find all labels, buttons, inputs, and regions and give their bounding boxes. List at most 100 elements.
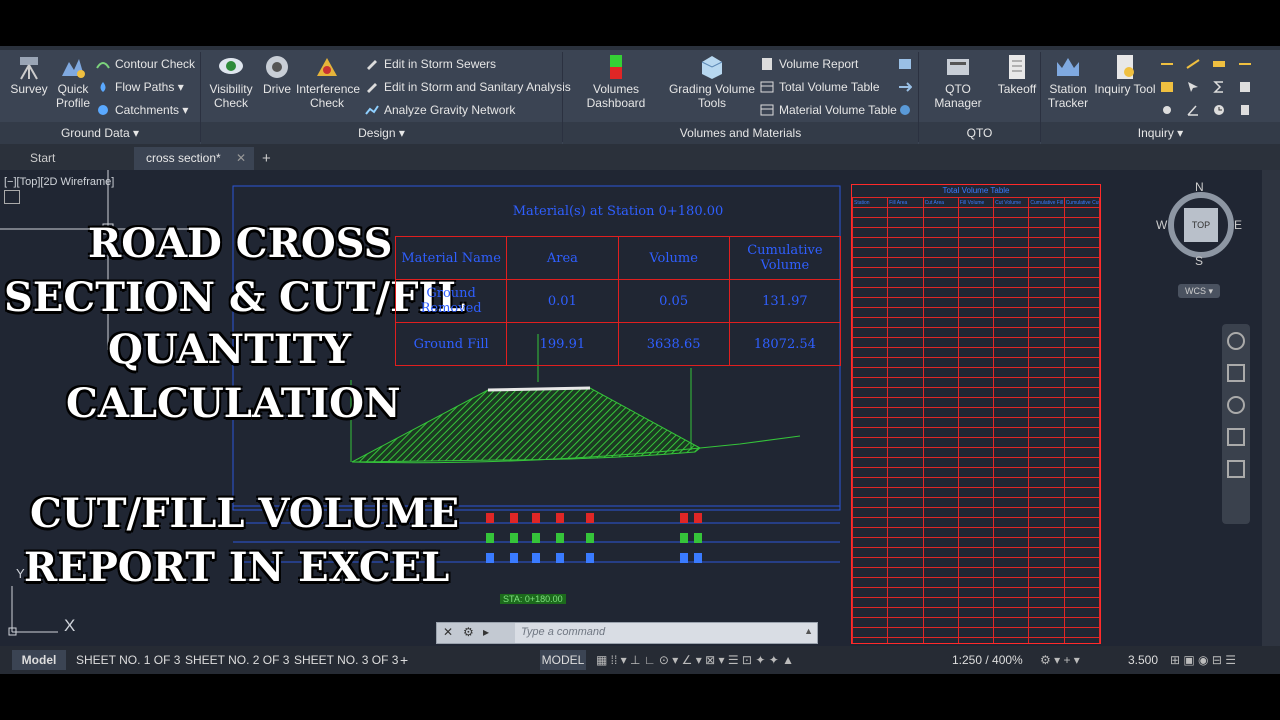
viewcube-top-face[interactable]: TOP: [1184, 208, 1218, 242]
status-value[interactable]: 3.500: [1128, 650, 1158, 670]
volumes-extra-3[interactable]: [898, 101, 917, 119]
station-tracker-button[interactable]: Station Tracker: [1044, 54, 1092, 110]
table-cell: [993, 597, 1030, 608]
qto-manager-button[interactable]: QTO Manager: [922, 54, 994, 110]
compass-south[interactable]: S: [1195, 254, 1203, 268]
clock-icon: [1214, 105, 1224, 115]
showmotion-icon[interactable]: [1227, 460, 1245, 478]
catchments-button[interactable]: Catchments ▾: [96, 101, 188, 119]
table-cell: [993, 567, 1030, 578]
survey-button[interactable]: Survey: [8, 54, 50, 96]
quick-profile-button[interactable]: Quick Profile: [52, 54, 94, 110]
inquiry-mini-2[interactable]: [1186, 55, 1205, 73]
drive-button[interactable]: Drive: [260, 54, 294, 96]
steering-wheel-icon[interactable]: [1227, 332, 1245, 350]
volumes-dashboard-icon: [610, 55, 622, 79]
command-prompt-icon[interactable]: ▸: [483, 625, 489, 639]
table-cell: [1028, 547, 1065, 558]
table-cell: [852, 557, 889, 568]
inquiry-mini-12[interactable]: [1238, 101, 1257, 119]
contour-check-button[interactable]: Contour Check: [96, 55, 195, 73]
status-tools-left[interactable]: ▦ ⁞⁞ ▾ ⊥ ∟ ⊙ ▾ ∠ ▾ ⊠ ▾ ☰ ⊡ ✦ ✦ ▲: [596, 650, 794, 670]
distance-icon: [1186, 59, 1200, 69]
pan-icon[interactable]: [1227, 364, 1245, 382]
table-cell: [1063, 247, 1100, 258]
close-icon[interactable]: ✕: [443, 625, 453, 639]
right-tool-palette[interactable]: [1262, 170, 1280, 646]
table-cell: [993, 397, 1030, 408]
takeoff-button[interactable]: Takeoff: [996, 54, 1038, 96]
layout-tab-model[interactable]: Model: [12, 650, 66, 670]
compass-west[interactable]: W: [1156, 218, 1167, 232]
table-row: [852, 217, 1100, 228]
ground-data-title-label: Ground Data: [60, 126, 130, 140]
ground-data-panel-title[interactable]: Ground Data ▾: [0, 124, 200, 142]
interference-label-2: Check: [309, 96, 344, 110]
inquiry-mini-8[interactable]: [1238, 78, 1257, 96]
command-line[interactable]: ✕ ⚙ ▸ Type a command ▲: [436, 622, 818, 644]
station-tracker-label-2: Tracker: [1047, 96, 1089, 110]
orbit-icon[interactable]: [1227, 428, 1245, 446]
tab-start[interactable]: Start: [18, 147, 136, 170]
inquiry-mini-10[interactable]: [1186, 101, 1205, 119]
total-volume-table-button[interactable]: Total Volume Table: [760, 78, 880, 96]
table-row: [852, 337, 1100, 348]
compass-east[interactable]: E: [1234, 218, 1242, 232]
inquiry-mini-7[interactable]: [1212, 78, 1231, 96]
inquiry-mini-9[interactable]: [1160, 101, 1179, 119]
wrench-icon[interactable]: ⚙: [463, 625, 474, 639]
add-layout-button[interactable]: +: [400, 650, 408, 670]
tab-cross-section[interactable]: cross section* ✕: [134, 147, 254, 170]
edit-storm-sanitary-button[interactable]: Edit in Storm and Sanitary Analysis: [365, 78, 571, 96]
table-row: [852, 617, 1100, 628]
volumes-extra-2[interactable]: [898, 78, 917, 96]
table-cell: [1063, 267, 1100, 278]
inquiry-mini-5[interactable]: [1160, 78, 1179, 96]
table-cell: [1063, 347, 1100, 358]
layout-tab-sheet2[interactable]: SHEET NO. 2 OF 3: [185, 650, 289, 670]
inquiry-mini-3[interactable]: [1212, 55, 1231, 73]
status-tools-right[interactable]: ⚙ ▾ + ▾: [1040, 650, 1080, 670]
grading-volume-tools-button[interactable]: Grading Volume Tools: [668, 54, 756, 110]
viewcube[interactable]: TOP N S W E: [1156, 180, 1242, 268]
annotation-scale[interactable]: 1:250 / 400%: [952, 650, 1023, 670]
table-cell: [957, 287, 995, 298]
inquiry-panel-title[interactable]: Inquiry ▾: [1041, 124, 1280, 142]
interference-check-button[interactable]: Interference Check: [296, 54, 360, 110]
inquiry-mini-1[interactable]: [1160, 55, 1179, 73]
model-space-toggle[interactable]: MODEL: [540, 650, 586, 670]
new-tab-button[interactable]: +: [256, 147, 282, 170]
table-row: [852, 207, 1100, 218]
wcs-menu[interactable]: WCS ▾: [1178, 284, 1220, 298]
table-cell: [887, 477, 924, 488]
command-input[interactable]: Type a command: [521, 626, 605, 638]
analyze-gravity-button[interactable]: Analyze Gravity Network: [365, 101, 515, 119]
close-icon[interactable]: ✕: [236, 147, 246, 170]
compass-north[interactable]: N: [1195, 180, 1204, 194]
flow-paths-button[interactable]: Flow Paths ▾: [96, 78, 184, 96]
inquiry-mini-6[interactable]: [1186, 78, 1205, 96]
visibility-check-button[interactable]: Visibility Check: [206, 54, 256, 110]
layout-tab-sheet1[interactable]: SHEET NO. 1 OF 3: [76, 650, 180, 670]
qto-panel-title: QTO: [919, 124, 1040, 142]
inquiry-mini-4[interactable]: [1238, 55, 1257, 73]
inquiry-mini-11[interactable]: [1212, 101, 1231, 119]
volumes-dashboard-button[interactable]: Volumes Dashboard: [566, 54, 666, 110]
design-panel-title[interactable]: Design ▾: [201, 124, 562, 142]
chevron-up-icon[interactable]: ▲: [804, 626, 813, 636]
table-cell: [1028, 367, 1065, 378]
table-cell: [887, 357, 924, 368]
material-volume-table-button[interactable]: Material Volume Table: [760, 101, 897, 119]
volume-report-button[interactable]: Volume Report: [760, 55, 858, 73]
navigation-bar[interactable]: [1222, 324, 1250, 524]
layout-tab-sheet3[interactable]: SHEET NO. 3 OF 3: [294, 650, 398, 670]
status-tools-end[interactable]: ⊞ ▣ ◉ ⊟ ☰: [1170, 650, 1236, 670]
inquiry-tool-button[interactable]: Inquiry Tool: [1094, 54, 1156, 96]
zoom-icon[interactable]: [1227, 396, 1245, 414]
band-tick-mark: [694, 513, 702, 523]
edit-storm-sewers-button[interactable]: Edit in Storm Sewers: [365, 55, 496, 73]
table-row: [852, 387, 1100, 398]
volumes-extra-1[interactable]: [898, 55, 917, 73]
table-row: [852, 257, 1100, 268]
table-cell: [852, 327, 889, 338]
